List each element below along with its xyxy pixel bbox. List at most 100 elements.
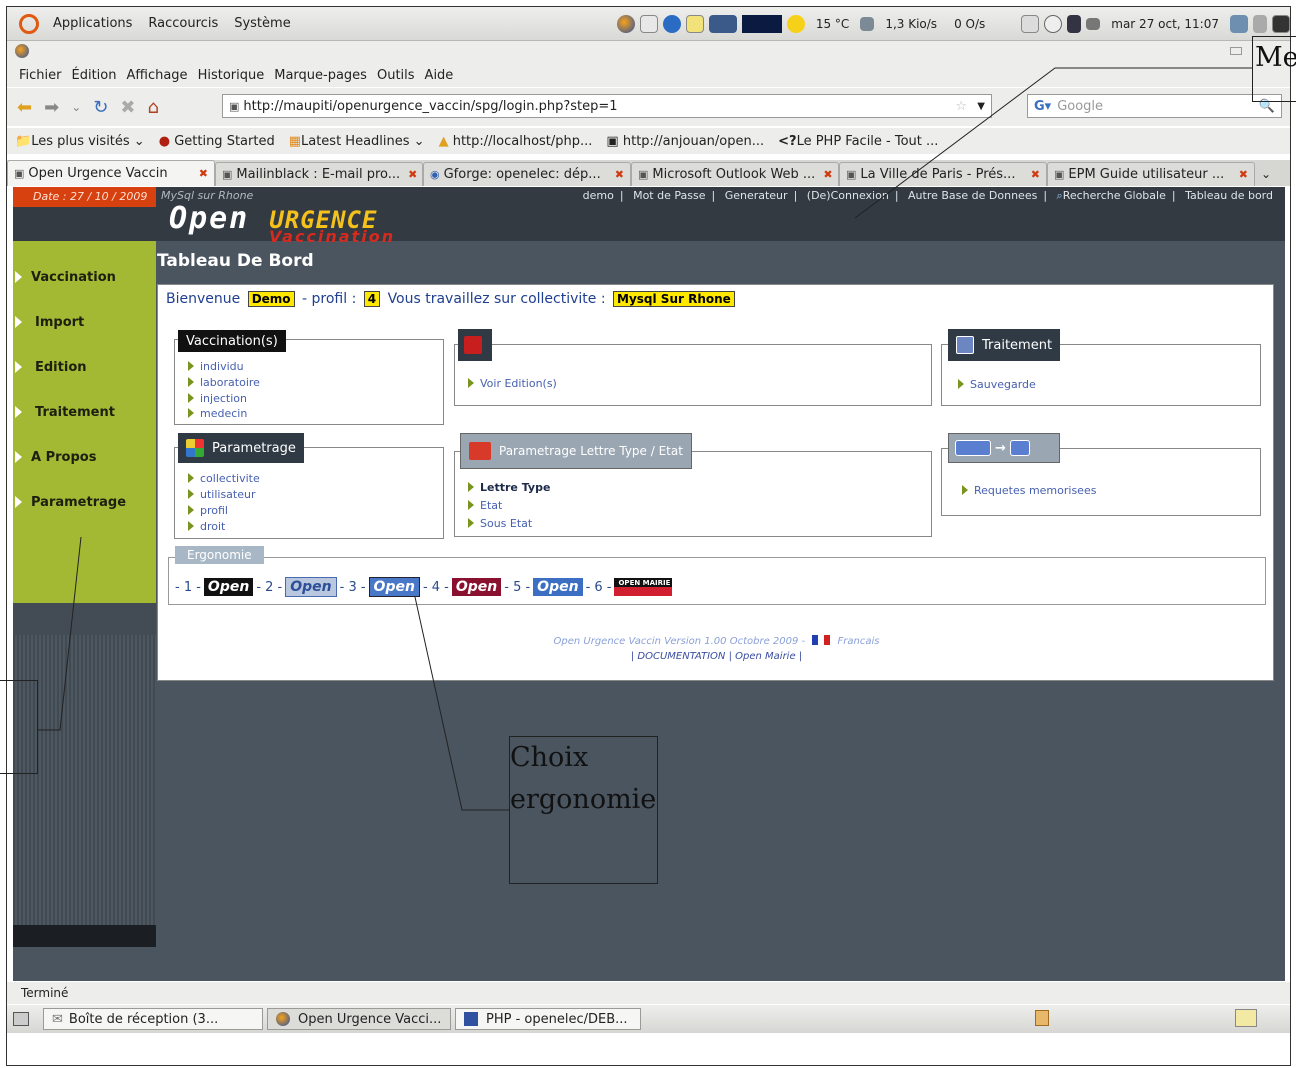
tab-outlook[interactable]: ▣ Microsoft Outlook Web ... ✖ bbox=[631, 162, 839, 186]
link-mot-de-passe[interactable]: Mot de Passe bbox=[633, 189, 705, 202]
link-utilisateur[interactable]: utilisateur bbox=[188, 488, 256, 501]
google-engine-icon[interactable]: G▾ bbox=[1034, 99, 1051, 114]
theme-6-button[interactable]: OPEN MAIRIE bbox=[614, 578, 673, 596]
bookmark-star-icon[interactable]: ☆ bbox=[955, 99, 967, 114]
home-icon[interactable]: ⌂ bbox=[147, 97, 158, 118]
menu-affichage[interactable]: Affichage bbox=[126, 68, 187, 83]
link-lettre-type[interactable]: Lettre Type bbox=[468, 481, 550, 494]
stop-icon[interactable]: ✖ bbox=[120, 97, 135, 118]
workspace-firefox-icon[interactable] bbox=[1235, 1009, 1257, 1027]
menu-parametrage[interactable]: Parametrage bbox=[13, 493, 156, 513]
bookmark-php-facile[interactable]: <?Le PHP Facile - Tout ... bbox=[778, 134, 938, 149]
menu-import[interactable]: Import bbox=[13, 313, 156, 333]
bookmark-localhost-php[interactable]: ▲ http://localhost/php... bbox=[439, 134, 593, 149]
link-documentation[interactable]: DOCUMENTATION bbox=[637, 651, 725, 662]
tab-open-urgence[interactable]: ▣ Open Urgence Vaccin ✖ bbox=[7, 160, 215, 186]
trash-panel-icon[interactable] bbox=[1253, 14, 1267, 33]
link-requetes-memorisees[interactable]: Requetes memorisees bbox=[962, 484, 1096, 497]
link-recherche-globale[interactable]: Recherche Globale bbox=[1063, 189, 1166, 202]
volume-icon[interactable] bbox=[1086, 17, 1101, 30]
search-input[interactable]: G▾ Google 🔍 bbox=[1027, 94, 1282, 118]
bookmark-getting-started[interactable]: ● Getting Started bbox=[159, 134, 275, 149]
close-tab-icon[interactable]: ✖ bbox=[615, 168, 624, 181]
theme-2-button[interactable]: Open bbox=[285, 577, 337, 597]
monitor-launcher-icon[interactable] bbox=[708, 14, 737, 33]
link-generateur[interactable]: Generateur bbox=[725, 189, 788, 202]
forward-icon[interactable]: ➡ bbox=[44, 97, 59, 118]
link-voir-editions[interactable]: Voir Edition(s) bbox=[468, 377, 557, 390]
menu-fichier[interactable]: Fichier bbox=[19, 68, 62, 83]
link-individu[interactable]: individu bbox=[188, 360, 244, 373]
link-sauvegarde[interactable]: Sauvegarde bbox=[958, 378, 1036, 391]
firefox-launcher-icon[interactable] bbox=[616, 14, 635, 33]
tab-list-chevron-icon[interactable]: ⌄ bbox=[1261, 167, 1271, 181]
screen-switcher-icon[interactable] bbox=[1021, 14, 1040, 33]
close-tab-icon[interactable]: ✖ bbox=[1031, 168, 1040, 181]
weather-sun-icon[interactable] bbox=[786, 14, 805, 33]
menu-marque-pages[interactable]: Marque-pages bbox=[274, 68, 367, 83]
theme-1-button[interactable]: Open bbox=[203, 578, 254, 596]
close-tab-icon[interactable]: ✖ bbox=[199, 167, 208, 180]
link-tableau-de-bord[interactable]: Tableau de bord bbox=[1185, 189, 1273, 202]
url-bar[interactable]: ▣ http://maupiti/openurgence_vaccin/spg/… bbox=[222, 94, 992, 118]
link-sous-etat[interactable]: Sous Etat bbox=[468, 517, 532, 530]
network-manager-icon[interactable] bbox=[1067, 14, 1082, 33]
minimize-icon[interactable] bbox=[1230, 47, 1242, 55]
history-dropdown-icon[interactable]: ⌄ bbox=[71, 100, 81, 114]
back-icon[interactable]: ⬅ bbox=[17, 97, 32, 118]
link-droit[interactable]: droit bbox=[188, 520, 225, 533]
theme-5-button[interactable]: Open bbox=[533, 578, 583, 596]
menu-historique[interactable]: Historique bbox=[198, 68, 265, 83]
close-tab-icon[interactable]: ✖ bbox=[408, 168, 417, 181]
bookmark-most-visited[interactable]: 📁Les plus visités ⌄ bbox=[15, 134, 145, 149]
notes-icon[interactable] bbox=[1230, 14, 1248, 33]
link-collectivite[interactable]: collectivite bbox=[188, 472, 260, 485]
link-injection[interactable]: injection bbox=[188, 392, 247, 405]
mail-launcher-icon[interactable] bbox=[639, 14, 658, 33]
help-icon[interactable] bbox=[662, 14, 681, 33]
menu-systeme[interactable]: Système bbox=[226, 16, 298, 31]
link-francais[interactable]: Francais bbox=[838, 636, 880, 647]
link-open-mairie[interactable]: Open Mairie bbox=[735, 651, 795, 662]
link-deconnexion[interactable]: (De)Connexion bbox=[807, 189, 889, 202]
task-firefox[interactable]: Open Urgence Vacci... bbox=[267, 1008, 451, 1030]
link-etat[interactable]: Etat bbox=[468, 499, 502, 512]
menu-aide[interactable]: Aide bbox=[425, 68, 454, 83]
site-identity-icon[interactable]: ▣ bbox=[229, 100, 239, 113]
link-medecin[interactable]: medecin bbox=[188, 407, 247, 420]
close-tab-icon[interactable]: ✖ bbox=[1239, 168, 1248, 181]
menu-outils[interactable]: Outils bbox=[377, 68, 415, 83]
theme-3-button[interactable]: Open bbox=[368, 577, 420, 597]
menu-a-propos[interactable]: A Propos bbox=[13, 448, 156, 468]
show-desktop-icon[interactable] bbox=[13, 1012, 29, 1026]
tab-gforge[interactable]: ◉ Gforge: openelec: dép... ✖ bbox=[423, 162, 631, 186]
ubuntu-logo-icon[interactable] bbox=[19, 13, 39, 34]
url-dropdown-icon[interactable]: ▼ bbox=[977, 101, 985, 112]
task-mail[interactable]: ✉ Boîte de réception (3... bbox=[43, 1008, 263, 1030]
bookmark-anjouan[interactable]: ▣ http://anjouan/open... bbox=[606, 134, 764, 149]
menu-edition[interactable]: Edition bbox=[13, 358, 156, 378]
power-icon[interactable] bbox=[1044, 14, 1063, 33]
menu-raccourcis[interactable]: Raccourcis bbox=[140, 16, 226, 31]
tab-ville-de-paris[interactable]: ▣ La Ville de Paris - Prés... ✖ bbox=[839, 162, 1047, 186]
tab-mailinblack[interactable]: ▣ Mailinblack : E-mail pro... ✖ bbox=[215, 162, 423, 186]
theme-4-button[interactable]: Open bbox=[451, 578, 502, 596]
tab-epm-guide[interactable]: ▣ EPM Guide utilisateur ... ✖ bbox=[1047, 162, 1255, 186]
terminal-icon[interactable] bbox=[1272, 14, 1290, 33]
menu-edition[interactable]: Édition bbox=[72, 68, 117, 83]
editor-launcher-icon[interactable] bbox=[685, 14, 704, 33]
clock[interactable]: mar 27 oct, 11:07 bbox=[1111, 17, 1219, 31]
bookmark-latest-headlines[interactable]: ▦Latest Headlines ⌄ bbox=[289, 134, 425, 149]
system-monitor-graph-icon[interactable] bbox=[741, 14, 782, 33]
task-php-editor[interactable]: PHP - openelec/DEB... bbox=[455, 1008, 641, 1030]
close-tab-icon[interactable]: ✖ bbox=[823, 168, 832, 181]
menu-vaccination[interactable]: Vaccination bbox=[13, 268, 156, 288]
reload-icon[interactable]: ↻ bbox=[93, 97, 108, 118]
link-profil[interactable]: profil bbox=[188, 504, 228, 517]
link-user-demo[interactable]: demo bbox=[583, 189, 614, 202]
menu-traitement[interactable]: Traitement bbox=[13, 403, 156, 423]
menu-applications[interactable]: Applications bbox=[45, 16, 140, 31]
link-autre-base[interactable]: Autre Base de Donnees bbox=[908, 189, 1037, 202]
link-laboratoire[interactable]: laboratoire bbox=[188, 376, 260, 389]
trash-icon[interactable] bbox=[1035, 1010, 1049, 1026]
